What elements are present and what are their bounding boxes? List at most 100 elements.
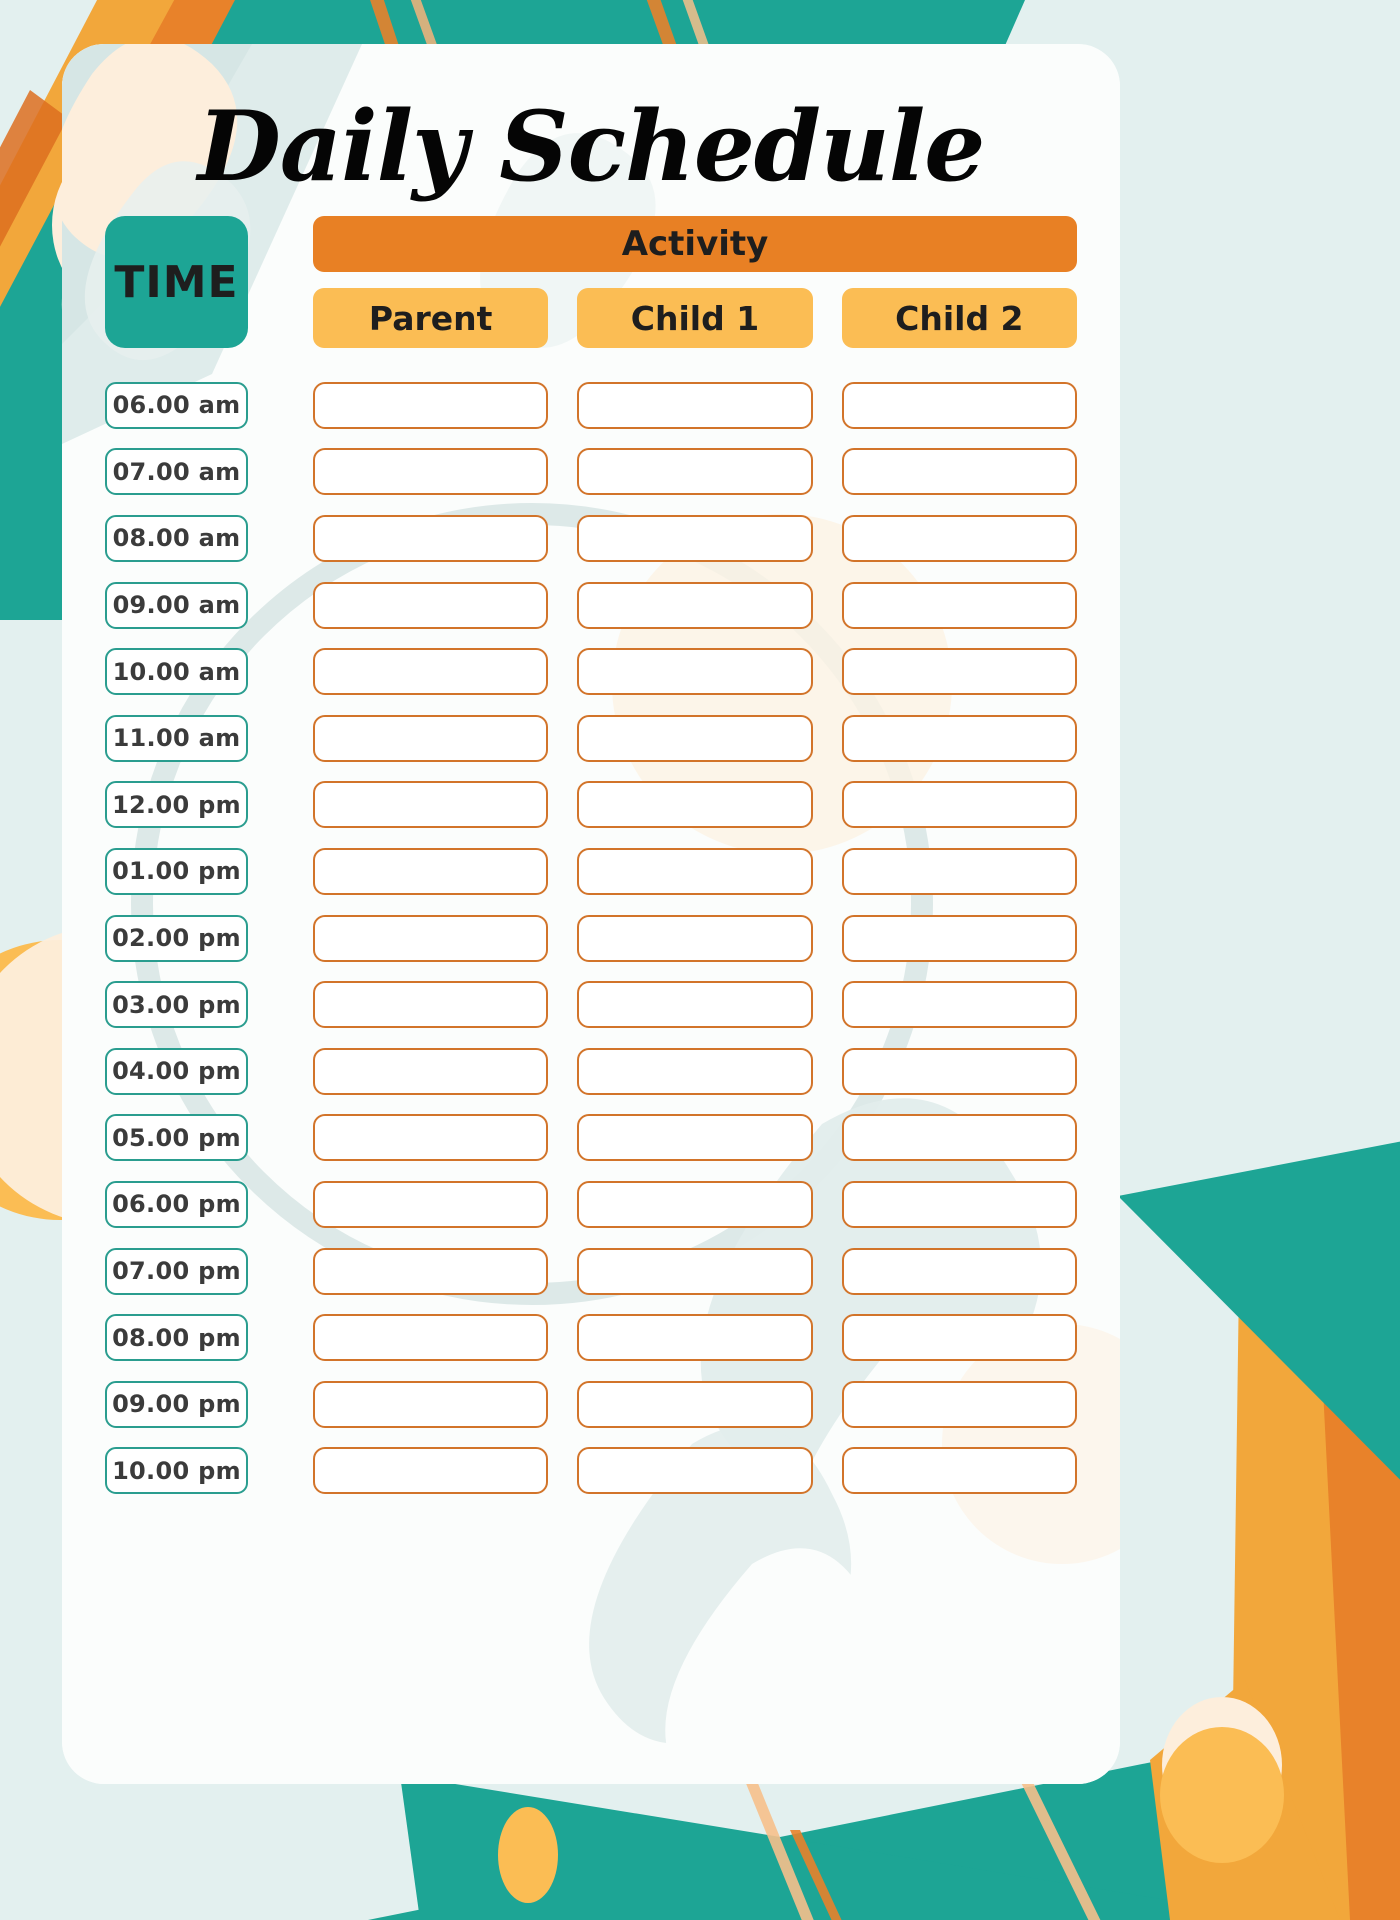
activity-input-parent[interactable]	[313, 1047, 549, 1095]
activity-input-child-2[interactable]	[841, 714, 1077, 762]
time-label-cell: 12.00 pm	[105, 781, 248, 829]
activity-input-child-1[interactable]	[577, 714, 813, 762]
time-column-header: TIME	[105, 216, 248, 348]
table-row: 08.00 am	[105, 505, 1077, 572]
time-label-cell: 07.00 pm	[105, 1247, 248, 1295]
activity-input-child-2[interactable]	[841, 1380, 1077, 1428]
table-row: 07.00 pm	[105, 1238, 1077, 1305]
activity-input-parent[interactable]	[313, 1447, 549, 1495]
time-label: 08.00 am	[112, 524, 241, 553]
activity-input-child-2[interactable]	[841, 1247, 1077, 1295]
table-row: 05.00 pm	[105, 1105, 1077, 1172]
time-label-cell: 08.00 am	[105, 514, 248, 562]
activity-input-parent[interactable]	[313, 1114, 549, 1162]
time-label: 08.00 pm	[112, 1323, 241, 1352]
time-label: 12.00 pm	[112, 790, 241, 819]
activity-slot-group	[313, 847, 1077, 895]
schedule-page: Daily Schedule TIME Activity Parent Chil…	[0, 0, 1400, 1920]
activity-slot-group	[313, 914, 1077, 962]
table-row: 01.00 pm	[105, 838, 1077, 905]
activity-input-child-1[interactable]	[577, 781, 813, 829]
table-row: 02.00 pm	[105, 905, 1077, 972]
table-row: 09.00 pm	[105, 1371, 1077, 1438]
activity-input-child-1[interactable]	[577, 581, 813, 629]
activity-input-parent[interactable]	[313, 648, 549, 696]
activity-input-parent[interactable]	[313, 714, 549, 762]
activity-input-child-1[interactable]	[577, 1180, 813, 1228]
activity-input-child-1[interactable]	[577, 981, 813, 1029]
time-label: 07.00 pm	[112, 1257, 241, 1286]
activity-input-parent[interactable]	[313, 381, 549, 429]
activity-input-parent[interactable]	[313, 1314, 549, 1362]
activity-input-child-2[interactable]	[841, 1180, 1077, 1228]
time-label: 02.00 pm	[112, 924, 241, 953]
activity-input-parent[interactable]	[313, 1247, 549, 1295]
activity-input-parent[interactable]	[313, 981, 549, 1029]
activity-input-child-2[interactable]	[841, 381, 1077, 429]
activity-slot-group	[313, 1180, 1077, 1228]
activity-input-child-2[interactable]	[841, 847, 1077, 895]
time-label: 04.00 pm	[112, 1057, 241, 1086]
table-row: 07.00 am	[105, 439, 1077, 506]
activity-input-child-2[interactable]	[841, 448, 1077, 496]
activity-input-child-1[interactable]	[577, 847, 813, 895]
time-label-cell: 09.00 pm	[105, 1380, 248, 1428]
activity-input-parent[interactable]	[313, 581, 549, 629]
table-row: 10.00 pm	[105, 1438, 1077, 1505]
activity-input-child-1[interactable]	[577, 1114, 813, 1162]
column-header-child-1-label: Child 1	[630, 298, 760, 338]
column-header-child-2: Child 2	[841, 288, 1077, 348]
time-label: 09.00 am	[112, 591, 241, 620]
activity-input-child-1[interactable]	[577, 381, 813, 429]
time-label-cell: 04.00 pm	[105, 1047, 248, 1095]
activity-input-child-1[interactable]	[577, 648, 813, 696]
activity-input-child-2[interactable]	[841, 581, 1077, 629]
activity-input-child-2[interactable]	[841, 1114, 1077, 1162]
activity-input-child-1[interactable]	[577, 914, 813, 962]
activity-slot-group	[313, 1114, 1077, 1162]
time-label: 07.00 am	[112, 457, 241, 486]
table-row: 04.00 pm	[105, 1038, 1077, 1105]
activity-group-header: Activity	[313, 216, 1077, 272]
activity-input-child-2[interactable]	[841, 1047, 1077, 1095]
activity-slot-group	[313, 514, 1077, 562]
activity-input-child-1[interactable]	[577, 1314, 813, 1362]
time-label-cell: 10.00 pm	[105, 1447, 248, 1495]
activity-input-child-2[interactable]	[841, 648, 1077, 696]
table-row: 03.00 pm	[105, 971, 1077, 1038]
activity-input-child-1[interactable]	[577, 1447, 813, 1495]
activity-slot-group	[313, 448, 1077, 496]
time-label: 06.00 am	[112, 391, 241, 420]
time-label-cell: 01.00 pm	[105, 847, 248, 895]
activity-input-child-2[interactable]	[841, 514, 1077, 562]
table-row: 06.00 am	[105, 372, 1077, 439]
activity-input-child-1[interactable]	[577, 514, 813, 562]
activity-input-parent[interactable]	[313, 1180, 549, 1228]
activity-input-parent[interactable]	[313, 514, 549, 562]
activity-input-child-1[interactable]	[577, 1380, 813, 1428]
time-label: 03.00 pm	[112, 990, 241, 1019]
activity-input-child-1[interactable]	[577, 1247, 813, 1295]
activity-input-parent[interactable]	[313, 448, 549, 496]
activity-input-child-2[interactable]	[841, 1314, 1077, 1362]
activity-input-child-1[interactable]	[577, 1047, 813, 1095]
activity-input-parent[interactable]	[313, 914, 549, 962]
time-label: 09.00 pm	[112, 1390, 241, 1419]
activity-input-child-2[interactable]	[841, 914, 1077, 962]
activity-input-child-2[interactable]	[841, 781, 1077, 829]
activity-input-parent[interactable]	[313, 1380, 549, 1428]
activity-input-parent[interactable]	[313, 781, 549, 829]
activity-input-parent[interactable]	[313, 847, 549, 895]
page-title: Daily Schedule	[197, 90, 986, 203]
time-label-cell: 06.00 pm	[105, 1180, 248, 1228]
table-row: 12.00 pm	[105, 772, 1077, 839]
activity-slot-group	[313, 1247, 1077, 1295]
time-label-cell: 08.00 pm	[105, 1314, 248, 1362]
activity-input-child-1[interactable]	[577, 448, 813, 496]
activity-slot-group	[313, 1380, 1077, 1428]
activity-input-child-2[interactable]	[841, 981, 1077, 1029]
column-header-parent-label: Parent	[368, 298, 493, 338]
activity-column-headers: Parent Child 1 Child 2	[313, 288, 1077, 348]
time-label-cell: 10.00 am	[105, 648, 248, 696]
activity-input-child-2[interactable]	[841, 1447, 1077, 1495]
